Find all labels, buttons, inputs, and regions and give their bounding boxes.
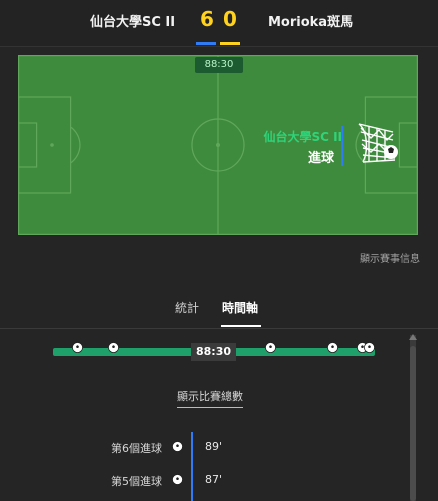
- tab-stats[interactable]: 統計: [175, 299, 199, 316]
- scrollbar-thumb[interactable]: [410, 346, 416, 501]
- away-score-indicator: [220, 42, 240, 45]
- match-info-link[interactable]: 顯示賽事信息: [360, 250, 420, 265]
- soccer-ball-icon[interactable]: [364, 342, 375, 353]
- event-label: 第5個進球: [111, 475, 162, 488]
- goal-net-icon: [358, 123, 398, 163]
- event-minute: 89': [205, 440, 223, 453]
- tabs-divider: [0, 328, 438, 329]
- match-clock-badge: 88:30: [195, 57, 243, 73]
- scroll-up-arrow-icon[interactable]: [409, 334, 417, 340]
- soccer-ball-icon[interactable]: [72, 342, 83, 353]
- away-score: 0: [223, 7, 237, 31]
- tab-timeline[interactable]: 時間軸: [222, 299, 258, 316]
- home-team-name[interactable]: 仙台大學SC II: [90, 11, 175, 30]
- goal-event-text: 進球: [307, 151, 334, 166]
- soccer-ball-icon[interactable]: [265, 342, 276, 353]
- goal-event-bar: [341, 126, 343, 166]
- active-tab-underline: [221, 325, 261, 327]
- match-header: 仙台大學SC II 6 0 Morioka斑馬: [0, 0, 438, 46]
- event-label: 第6個進球: [111, 442, 162, 455]
- timeline-events-line: [191, 432, 193, 501]
- header-divider: [0, 46, 438, 47]
- soccer-ball-icon[interactable]: [108, 342, 119, 353]
- event-minute: 87': [205, 473, 223, 486]
- timeline-clock: 88:30: [191, 343, 236, 361]
- soccer-ball-icon: [172, 441, 183, 452]
- soccer-ball-icon: [172, 474, 183, 485]
- away-team-name[interactable]: Morioka斑馬: [268, 11, 353, 30]
- soccer-ball-icon[interactable]: [327, 342, 338, 353]
- home-score: 6: [200, 7, 214, 31]
- home-score-indicator: [196, 42, 216, 45]
- show-match-total-link[interactable]: 顯示比賽總數: [177, 388, 243, 408]
- goal-event-team: 仙台大學SC II: [263, 130, 342, 144]
